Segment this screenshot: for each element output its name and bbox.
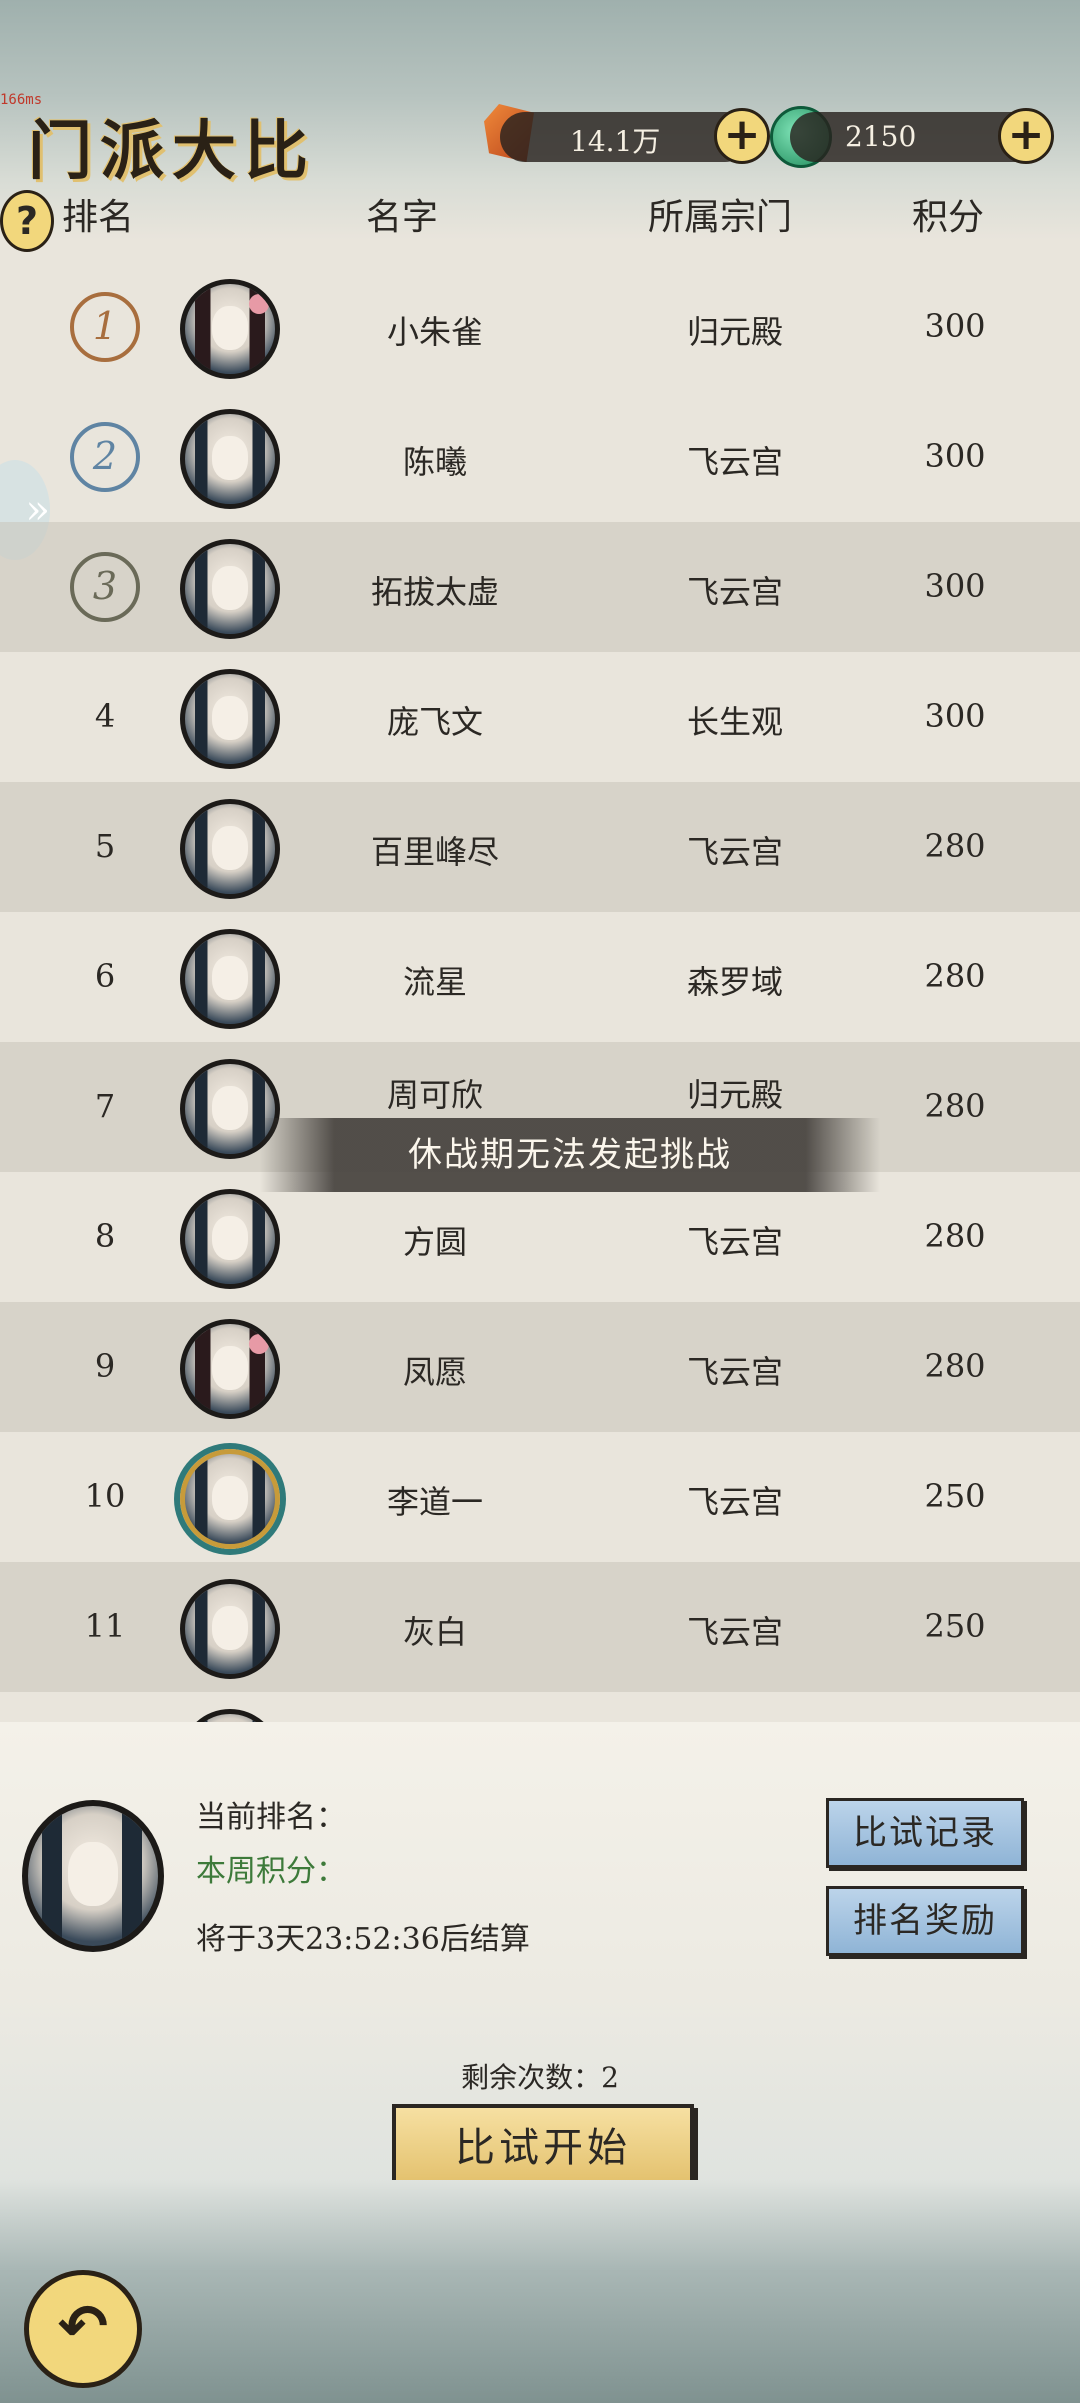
player-name: 流星 bbox=[402, 963, 467, 1001]
currency-a-value: 14.1万 bbox=[570, 125, 661, 158]
player-score: 280 bbox=[924, 1087, 986, 1125]
player-name: 周可欣 bbox=[386, 1076, 483, 1114]
table-row[interactable]: 2 陈曦 飞云宫 300 bbox=[0, 392, 1080, 522]
player-sect: 飞云宫 bbox=[686, 1483, 783, 1521]
rank-number: 10 bbox=[84, 1477, 126, 1515]
player-name: 百里峰尽 bbox=[370, 833, 499, 871]
table-row[interactable]: 11 灰白 飞云宫 250 bbox=[0, 1562, 1080, 1692]
rank-number: 11 bbox=[84, 1607, 126, 1645]
back-icon[interactable]: ↶ bbox=[24, 2270, 142, 2388]
rank-rewards-button[interactable]: 排名奖励 bbox=[826, 1886, 1024, 1956]
match-records-button[interactable]: 比试记录 bbox=[826, 1798, 1024, 1868]
player-score: 280 bbox=[924, 1347, 986, 1385]
player-name: 凤愿 bbox=[402, 1353, 467, 1391]
rank-number: 9 bbox=[94, 1347, 116, 1385]
player-name: 方圆 bbox=[402, 1223, 467, 1261]
currency-b-value: 2150 bbox=[845, 120, 917, 153]
player-sect: 森罗域 bbox=[686, 963, 783, 1001]
player-name: 拓拔太虚 bbox=[370, 573, 499, 611]
player-sect: 飞云宫 bbox=[686, 1613, 783, 1651]
player-score: 280 bbox=[924, 827, 986, 865]
header-score: 积分 bbox=[912, 197, 985, 238]
avatar[interactable] bbox=[180, 799, 280, 899]
avatar[interactable] bbox=[180, 929, 280, 1029]
player-name: 陈曦 bbox=[402, 443, 467, 481]
header-rank: 排名 bbox=[62, 197, 135, 238]
page-title: 门派大比 bbox=[28, 114, 316, 189]
player-score: 300 bbox=[924, 437, 986, 475]
player-score: 300 bbox=[924, 567, 986, 605]
player-sect: 飞云宫 bbox=[686, 573, 783, 611]
add-currency-b-button[interactable]: + bbox=[998, 108, 1054, 164]
rank-number: 5 bbox=[94, 827, 116, 865]
rank-3-badge: 3 bbox=[70, 552, 140, 622]
rank-number: 6 bbox=[94, 957, 116, 995]
table-row[interactable]: 3 拓拔太虚 飞云宫 300 bbox=[0, 522, 1080, 652]
player-name: 灰白 bbox=[402, 1613, 467, 1651]
avatar[interactable] bbox=[180, 1579, 280, 1679]
my-avatar[interactable] bbox=[22, 1800, 164, 1952]
table-header: 排名 名字 所属宗门 积分 bbox=[0, 180, 1080, 260]
avatar[interactable] bbox=[180, 1189, 280, 1289]
avatar[interactable] bbox=[180, 409, 280, 509]
table-row[interactable] bbox=[0, 1692, 1080, 1722]
player-sect: 归元殿 bbox=[686, 313, 783, 351]
player-name: 小朱雀 bbox=[386, 313, 483, 351]
rank-number: 7 bbox=[94, 1087, 116, 1125]
table-row[interactable]: 5 百里峰尽 飞云宫 280 bbox=[0, 782, 1080, 912]
table-row[interactable]: 6 流星 森罗域 280 bbox=[0, 912, 1080, 1042]
player-sect: 飞云宫 bbox=[686, 1223, 783, 1261]
avatar[interactable] bbox=[180, 539, 280, 639]
bottom-banner bbox=[0, 2180, 1080, 2403]
player-name: 李道一 bbox=[386, 1483, 483, 1521]
player-sect: 飞云宫 bbox=[686, 443, 783, 481]
player-score: 250 bbox=[924, 1607, 986, 1645]
ranking-list[interactable]: 1 小朱雀 归元殿 300 2 陈曦 飞云宫 300 3 拓拔太虚 飞云宫 30… bbox=[0, 262, 1080, 1722]
settle-countdown: 将于3天23:52:36后结算 bbox=[196, 1922, 530, 1957]
avatar[interactable] bbox=[180, 1319, 280, 1419]
rank-number: 4 bbox=[94, 697, 116, 735]
player-score: 280 bbox=[924, 1217, 986, 1255]
weekly-score-label: 本周积分： bbox=[196, 1854, 346, 1889]
avatar[interactable] bbox=[180, 1709, 280, 1722]
table-row[interactable]: 4 庞飞文 长生观 300 bbox=[0, 652, 1080, 782]
truce-toast: 休战期无法发起挑战 bbox=[260, 1118, 880, 1192]
avatar[interactable] bbox=[180, 1449, 280, 1549]
table-row[interactable]: 9 凤愿 飞云宫 280 bbox=[0, 1302, 1080, 1432]
player-score: 250 bbox=[924, 1477, 986, 1515]
player-sect: 长生观 bbox=[686, 703, 783, 741]
current-rank-label: 当前排名： bbox=[196, 1800, 346, 1835]
currency-a-bar: 14.1万 bbox=[500, 112, 750, 162]
player-sect: 飞云宫 bbox=[686, 833, 783, 871]
table-row[interactable]: 10 李道一 飞云宫 250 bbox=[0, 1432, 1080, 1562]
remaining-attempts: 剩余次数：2 bbox=[461, 2061, 619, 2094]
rank-2-badge: 2 bbox=[70, 422, 140, 492]
header-sect: 所属宗门 bbox=[648, 197, 793, 238]
avatar[interactable] bbox=[180, 279, 280, 379]
player-score: 300 bbox=[924, 697, 986, 735]
header-name: 名字 bbox=[366, 197, 439, 238]
rank-1-badge: 1 bbox=[70, 292, 140, 362]
table-row[interactable]: 1 小朱雀 归元殿 300 bbox=[0, 262, 1080, 392]
player-score: 280 bbox=[924, 957, 986, 995]
add-currency-a-button[interactable]: + bbox=[714, 108, 770, 164]
avatar[interactable] bbox=[180, 669, 280, 769]
player-name: 庞飞文 bbox=[386, 703, 483, 741]
player-sect: 飞云宫 bbox=[686, 1353, 783, 1391]
start-match-button[interactable]: 比试开始 bbox=[392, 2104, 694, 2192]
rank-number: 8 bbox=[94, 1217, 116, 1255]
player-score: 300 bbox=[924, 307, 986, 345]
player-sect: 归元殿 bbox=[686, 1076, 783, 1114]
